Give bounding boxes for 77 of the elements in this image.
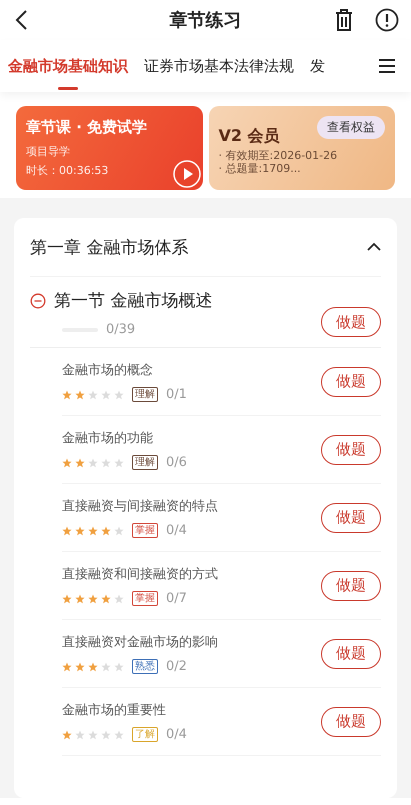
star-icon [101,526,111,536]
question-count: 0/4 [166,523,187,538]
trash-icon[interactable] [333,8,355,32]
level-tag: 理解 [132,455,158,470]
star-icon [75,526,85,536]
star-icon [101,390,111,400]
course-subtitle: 项目导学 [26,144,71,159]
star-icon [62,390,72,400]
member-card[interactable]: V2 会员 查看权益 · 有效期至:2026-01-26 · 总题量:1709... [208,106,395,190]
topic-title: 金融市场的重要性 [62,702,167,719]
topic-title: 金融市场的功能 [62,430,154,447]
progress-count: 0/39 [106,322,136,337]
practice-button[interactable]: 做题 [321,502,381,532]
question-count: 0/4 [166,727,187,742]
star-icon [75,594,85,604]
level-tag: 了解 [132,727,158,742]
star-icon [114,730,124,740]
question-count: 0/1 [166,387,187,402]
course-card[interactable]: 章节课 · 免费试学 项目导学 时长：00:36:53 [16,106,202,190]
star-icon [75,390,85,400]
star-icon [88,730,98,740]
tab[interactable]: 金融市场基础知识 [8,40,128,92]
member-info: · 总题量:1709... [218,162,302,175]
star-icon [62,662,72,672]
star-icon [101,730,111,740]
section-title: 第一节 金融市场概述 [54,290,212,312]
practice-button[interactable]: 做题 [321,434,381,464]
course-title: 章节课 · 免费试学 [26,118,148,137]
star-icon [62,526,72,536]
star-icon [101,458,111,468]
practice-button[interactable]: 做题 [321,307,381,337]
topic-title: 直接融资与间接融资的特点 [62,498,219,515]
level-tag: 掌握 [132,591,158,606]
minus-circle-icon[interactable] [30,292,46,308]
star-icon [101,594,111,604]
star-icon [114,662,124,672]
level-tag: 掌握 [132,523,158,538]
practice-button[interactable]: 做题 [321,570,381,600]
info-icon[interactable] [375,8,399,32]
star-icon [75,662,85,672]
benefits-button[interactable]: 查看权益 [317,116,385,139]
topic-title: 直接融资对金融市场的影响 [62,634,219,651]
collapse-icon[interactable] [367,242,381,252]
member-title: V2 会员 [218,126,280,147]
star-icon [88,458,98,468]
star-icon [75,730,85,740]
star-icon [88,662,98,672]
star-icon [114,526,124,536]
practice-button[interactable]: 做题 [321,638,381,668]
star-icon [114,594,124,604]
question-count: 0/2 [166,659,187,674]
star-icon [88,390,98,400]
star-icon [75,458,85,468]
question-count: 0/6 [166,455,187,470]
star-icon [62,730,72,740]
member-info: · 有效期至:2026-01-26 [218,149,338,162]
star-icon [62,458,72,468]
practice-button[interactable]: 做题 [321,706,381,736]
star-icon [101,662,111,672]
level-tag: 熟悉 [132,659,158,674]
star-icon [62,594,72,604]
level-tag: 理解 [132,387,158,402]
course-duration: 时长：00:36:53 [26,163,110,178]
chapter-title[interactable]: 第一章 金融市场体系 [30,236,367,258]
star-icon [114,458,124,468]
topic-title: 金融市场的概念 [62,362,154,379]
star-icon [88,594,98,604]
menu-icon[interactable] [378,58,396,74]
star-icon [114,390,124,400]
page-title: 章节练习 [170,9,242,32]
tab[interactable]: 证券市场基本法律法规 [144,40,294,92]
practice-button[interactable]: 做题 [321,366,381,396]
topic-title: 直接融资和间接融资的方式 [62,566,219,583]
tab[interactable]: 发 [310,40,325,92]
question-count: 0/7 [166,591,187,606]
star-icon [88,526,98,536]
play-icon[interactable] [172,160,200,188]
